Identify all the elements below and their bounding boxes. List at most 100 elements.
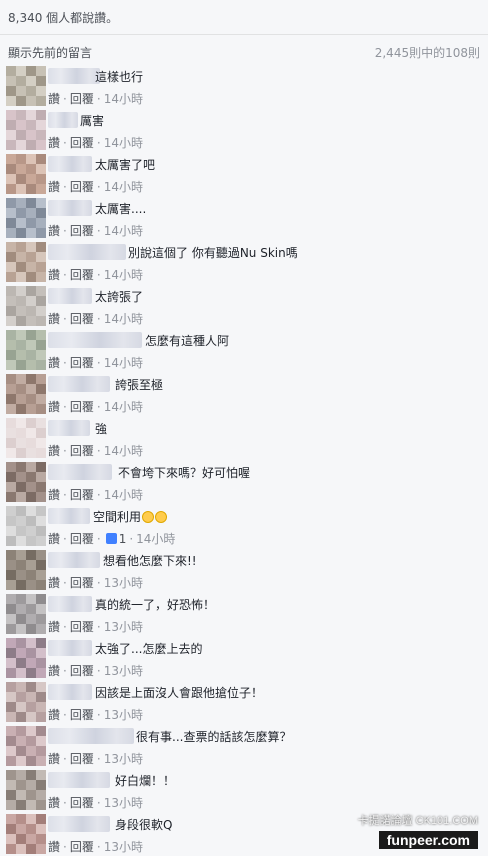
reply-link[interactable]: 回覆 [70, 488, 94, 502]
reply-link[interactable]: 回覆 [70, 268, 94, 282]
separator-dot: · [96, 796, 101, 810]
reply-link[interactable]: 回覆 [70, 180, 94, 194]
comment-timestamp[interactable]: 14小時 [104, 136, 143, 150]
reply-link[interactable]: 回覆 [70, 620, 94, 634]
comment-timestamp[interactable]: 14小時 [104, 444, 143, 458]
reply-link[interactable]: 回覆 [70, 708, 94, 722]
view-previous-comments-link[interactable]: 顯示先前的留言 [8, 44, 92, 61]
commenter-name[interactable] [48, 68, 100, 84]
commenter-name[interactable] [48, 816, 110, 832]
avatar[interactable] [6, 110, 46, 150]
reply-link[interactable]: 回覆 [70, 224, 94, 238]
like-link[interactable]: 讚 [48, 312, 60, 326]
reply-link[interactable]: 回覆 [70, 664, 94, 678]
commenter-name[interactable] [48, 200, 92, 216]
like-link[interactable]: 讚 [48, 356, 60, 370]
comment-timestamp[interactable]: 14小時 [104, 312, 143, 326]
comment-timestamp[interactable]: 13小時 [104, 708, 143, 722]
comment-timestamp[interactable]: 14小時 [104, 180, 143, 194]
commenter-name[interactable] [48, 640, 92, 656]
like-link[interactable]: 讚 [48, 400, 60, 414]
like-link[interactable]: 讚 [48, 752, 60, 766]
commenter-name[interactable] [48, 376, 110, 392]
avatar[interactable] [6, 506, 46, 546]
avatar[interactable] [6, 330, 46, 370]
commenter-name[interactable] [48, 772, 110, 788]
avatar[interactable] [6, 462, 46, 502]
avatar[interactable] [6, 682, 46, 722]
reaction-count[interactable]: 1 [119, 532, 127, 546]
like-link[interactable]: 讚 [48, 796, 60, 810]
likes-summary[interactable]: 8,340 個人都說讚。 [8, 9, 118, 26]
comment-item: 別說這個了 你有聽過Nu Skin嗎讚 · 回覆 · 14小時 [0, 240, 488, 284]
reply-link[interactable]: 回覆 [70, 356, 94, 370]
like-link[interactable]: 讚 [48, 664, 60, 678]
avatar[interactable] [6, 286, 46, 326]
like-link[interactable]: 讚 [48, 268, 60, 282]
commenter-name[interactable] [48, 244, 126, 260]
commenter-name[interactable] [48, 420, 90, 436]
commenter-name[interactable] [48, 684, 92, 700]
comment-timestamp[interactable]: 14小時 [104, 356, 143, 370]
avatar[interactable] [6, 154, 46, 194]
avatar[interactable] [6, 814, 46, 854]
commenter-name[interactable] [48, 464, 112, 480]
separator-dot: · [96, 136, 101, 150]
avatar[interactable] [6, 198, 46, 238]
like-link[interactable]: 讚 [48, 708, 60, 722]
commenter-name[interactable] [48, 508, 90, 524]
avatar[interactable] [6, 242, 46, 282]
reply-link[interactable]: 回覆 [70, 752, 94, 766]
commenter-name[interactable] [48, 156, 92, 172]
comment-timestamp[interactable]: 13小時 [104, 620, 143, 634]
watermark-logo: funpeer.com [378, 831, 478, 849]
like-link[interactable]: 讚 [48, 444, 60, 458]
comment-timestamp[interactable]: 14小時 [104, 400, 143, 414]
comment-item: 厲害讚 · 回覆 · 14小時 [0, 108, 488, 152]
avatar[interactable] [6, 638, 46, 678]
reply-link[interactable]: 回覆 [70, 312, 94, 326]
comment-timestamp[interactable]: 13小時 [104, 752, 143, 766]
comment-timestamp[interactable]: 14小時 [136, 532, 175, 546]
comment-timestamp[interactable]: 13小時 [104, 664, 143, 678]
separator-dot: · [63, 532, 67, 546]
thumbs-up-icon[interactable] [105, 533, 117, 544]
like-link[interactable]: 讚 [48, 576, 60, 590]
like-link[interactable]: 讚 [48, 224, 60, 238]
reply-link[interactable]: 回覆 [70, 92, 94, 106]
avatar[interactable] [6, 66, 46, 106]
like-link[interactable]: 讚 [48, 532, 60, 546]
like-link[interactable]: 讚 [48, 136, 60, 150]
comment-actions: 讚 · 回覆 · 14小時 [48, 178, 143, 195]
commenter-name[interactable] [48, 596, 92, 612]
avatar[interactable] [6, 374, 46, 414]
commenter-name[interactable] [48, 552, 100, 568]
separator-dot: · [96, 532, 101, 546]
comment-timestamp[interactable]: 14小時 [104, 268, 143, 282]
comment-timestamp[interactable]: 13小時 [104, 576, 143, 590]
reply-link[interactable]: 回覆 [70, 400, 94, 414]
like-link[interactable]: 讚 [48, 180, 60, 194]
like-link[interactable]: 讚 [48, 92, 60, 106]
commenter-name[interactable] [48, 288, 92, 304]
reply-link[interactable]: 回覆 [70, 444, 94, 458]
comment-actions: 讚 · 回覆 · 14小時 [48, 354, 143, 371]
reply-link[interactable]: 回覆 [70, 796, 94, 810]
reply-link[interactable]: 回覆 [70, 532, 94, 546]
avatar[interactable] [6, 770, 46, 810]
avatar[interactable] [6, 550, 46, 590]
comment-timestamp[interactable]: 14小時 [104, 92, 143, 106]
avatar[interactable] [6, 418, 46, 458]
reply-link[interactable]: 回覆 [70, 136, 94, 150]
like-link[interactable]: 讚 [48, 488, 60, 502]
comment-timestamp[interactable]: 14小時 [104, 488, 143, 502]
reply-link[interactable]: 回覆 [70, 576, 94, 590]
comment-timestamp[interactable]: 14小時 [104, 224, 143, 238]
commenter-name[interactable] [48, 112, 78, 128]
comment-timestamp[interactable]: 13小時 [104, 796, 143, 810]
avatar[interactable] [6, 594, 46, 634]
commenter-name[interactable] [48, 728, 134, 744]
commenter-name[interactable] [48, 332, 142, 348]
like-link[interactable]: 讚 [48, 620, 60, 634]
avatar[interactable] [6, 726, 46, 766]
